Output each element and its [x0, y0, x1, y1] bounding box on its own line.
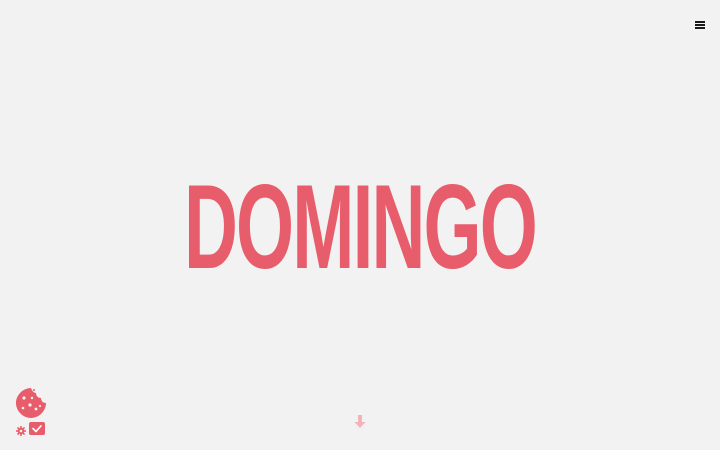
logo-text: DOMINGO: [184, 176, 536, 274]
cookie-settings-button[interactable]: [15, 424, 27, 436]
cookie-icon: [16, 388, 46, 418]
menu-button[interactable]: [692, 18, 708, 32]
hamburger-menu-icon: [695, 21, 705, 29]
page: DOMINGO: [0, 0, 720, 450]
scroll-down-button[interactable]: [353, 414, 367, 430]
cookie-button[interactable]: [14, 386, 48, 420]
checkmark-icon: [32, 425, 42, 433]
cookie-consent-widget: [12, 386, 52, 438]
arrow-down-icon: [354, 415, 366, 428]
brand-logo[interactable]: DOMINGO: [182, 176, 538, 274]
cookie-accept-button[interactable]: [29, 422, 45, 435]
gear-icon: [16, 426, 26, 436]
